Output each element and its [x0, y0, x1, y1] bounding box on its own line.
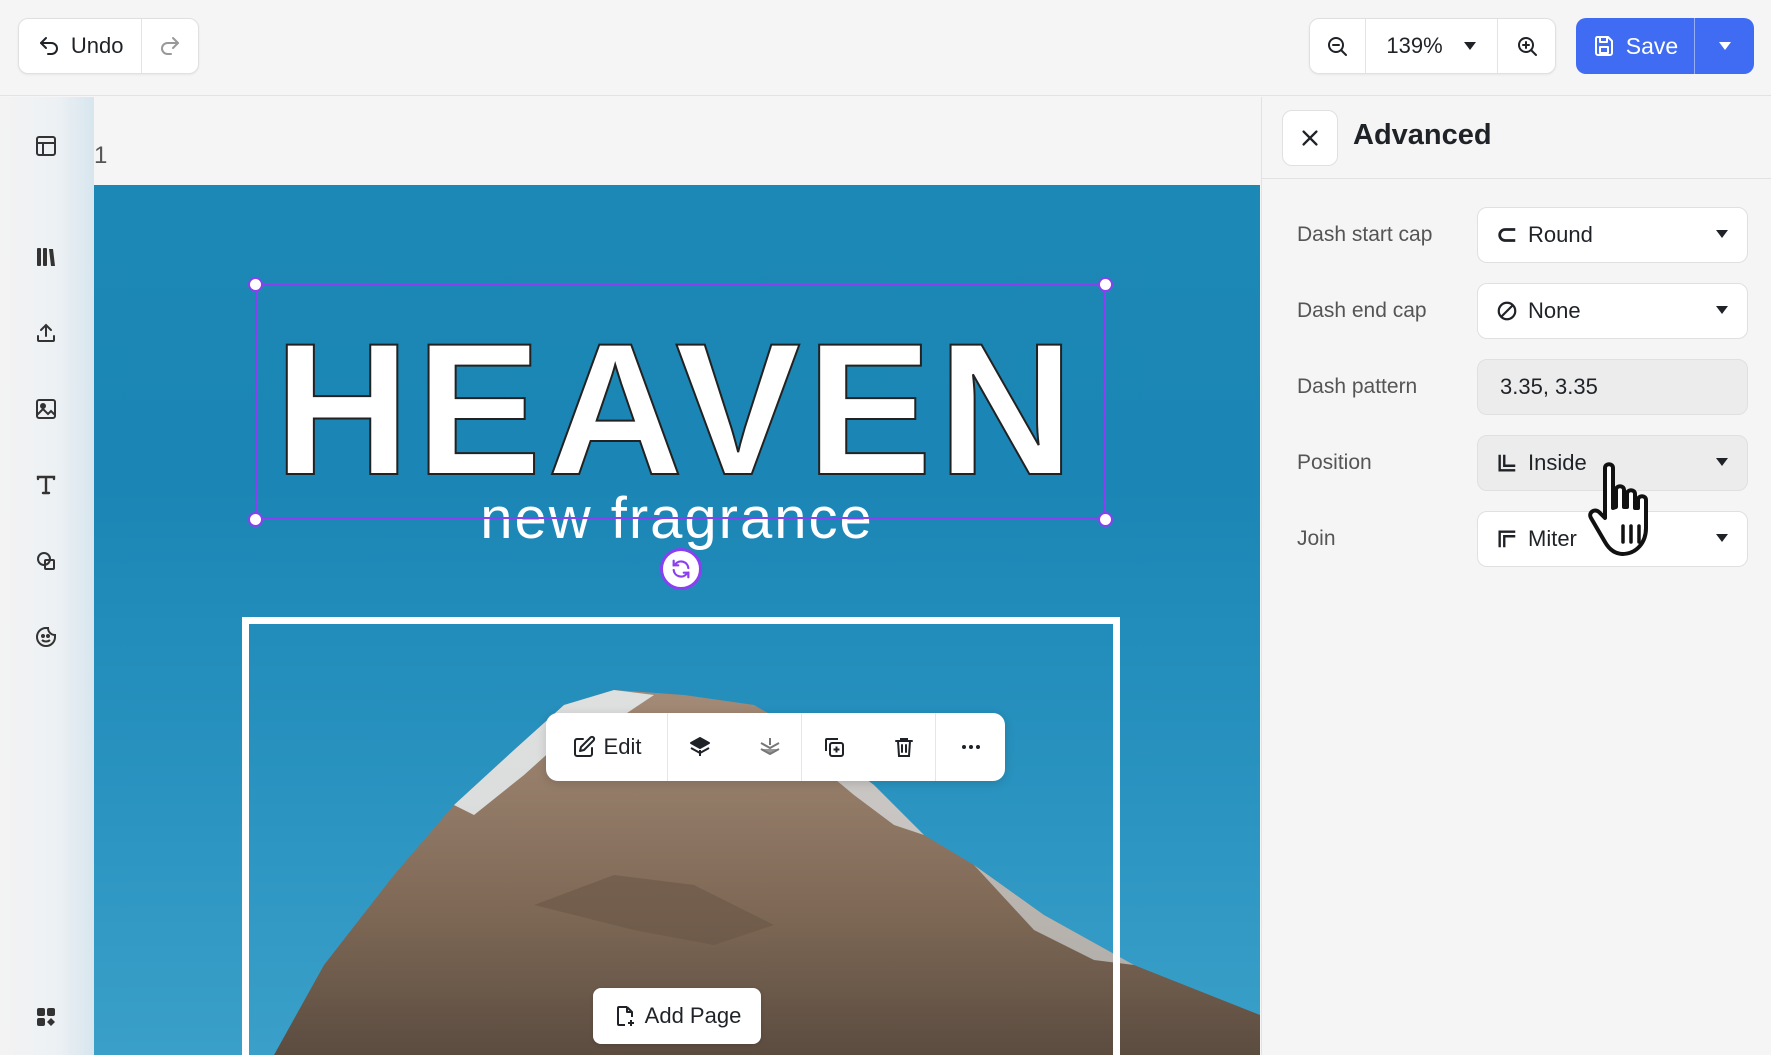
- layer-controls: [668, 713, 802, 781]
- top-toolbar: Undo 139% Save: [0, 0, 1771, 96]
- redo-icon: [161, 37, 180, 55]
- caret-down-icon: [1716, 534, 1728, 542]
- join-label: Join: [1297, 527, 1336, 550]
- canvas-area[interactable]: 1 HEAVEN new fragrance Edit Add Page: [94, 97, 1260, 1055]
- shapes-icon: [37, 552, 55, 570]
- dash-pattern-value: 3.35, 3.35: [1500, 374, 1598, 399]
- undo-button[interactable]: Undo: [19, 19, 143, 73]
- position-row: Position Inside: [1297, 435, 1757, 493]
- redo-button[interactable]: [142, 19, 198, 73]
- resize-handle-bottom-right[interactable]: [1098, 512, 1113, 527]
- send-backward-button[interactable]: [739, 713, 801, 781]
- edit-button[interactable]: Edit: [546, 713, 668, 781]
- upload-button[interactable]: [30, 317, 62, 349]
- save-group: Save: [1576, 18, 1754, 74]
- templates-button[interactable]: [30, 130, 62, 162]
- history-group: Undo: [18, 18, 199, 74]
- inside-position-icon: [1498, 454, 1516, 472]
- floppy-disk-icon: [1594, 36, 1613, 56]
- zoom-out-button[interactable]: [1310, 19, 1366, 73]
- library-button[interactable]: [30, 241, 62, 273]
- dash-end-cap-value: None: [1528, 298, 1581, 323]
- text-icon: [36, 475, 56, 495]
- position-value: Inside: [1528, 450, 1587, 475]
- more-options-button[interactable]: [936, 713, 1005, 781]
- resize-handle-bottom-left[interactable]: [248, 512, 263, 527]
- edit-label: Edit: [603, 734, 642, 759]
- add-page-label: Add Page: [644, 1003, 742, 1028]
- caret-down-icon: [1716, 230, 1728, 238]
- image-icon: [36, 399, 56, 419]
- panel-header: Advanced: [1262, 97, 1771, 179]
- join-value: Miter: [1528, 526, 1577, 551]
- zoom-level-value: 139%: [1386, 33, 1443, 58]
- rotate-handle[interactable]: [660, 548, 702, 590]
- add-page-button[interactable]: Add Page: [593, 988, 761, 1044]
- edit-icon: [573, 735, 595, 757]
- join-row: Join Miter: [1297, 511, 1757, 569]
- panel-title: Advanced: [1353, 119, 1492, 151]
- apps-button[interactable]: [30, 1001, 62, 1033]
- close-icon: [1302, 130, 1318, 146]
- delete-button[interactable]: [873, 713, 935, 781]
- resize-handle-top-left[interactable]: [248, 277, 263, 292]
- left-sidebar: [0, 97, 94, 1055]
- zoom-group: 139%: [1309, 18, 1556, 74]
- bring-forward-button[interactable]: [669, 713, 731, 781]
- design-page[interactable]: HEAVEN new fragrance: [94, 185, 1260, 1055]
- images-button[interactable]: [30, 393, 62, 425]
- advanced-panel: Advanced Dash start cap Round Dash end c…: [1261, 97, 1771, 1055]
- dash-pattern-input[interactable]: 3.35, 3.35: [1477, 359, 1748, 415]
- round-cap-icon: [1498, 228, 1516, 242]
- caret-down-icon: [1463, 42, 1476, 50]
- dash-start-cap-row: Dash start cap Round: [1297, 207, 1757, 265]
- more-icon: [961, 745, 980, 749]
- save-options-button[interactable]: [1695, 18, 1754, 74]
- text-button[interactable]: [30, 469, 62, 501]
- add-page-icon: [616, 1006, 634, 1026]
- caret-down-icon: [1716, 306, 1728, 314]
- dash-pattern-label: Dash pattern: [1297, 375, 1418, 398]
- selection-box: [255, 284, 1105, 519]
- dash-start-cap-value: Round: [1528, 222, 1593, 247]
- library-icon: [37, 248, 55, 266]
- undo-label: Undo: [70, 33, 124, 58]
- page-number: 1: [94, 142, 108, 169]
- send-backward-icon: [760, 738, 779, 755]
- zoom-in-button[interactable]: [1498, 19, 1555, 73]
- none-icon: [1497, 301, 1517, 321]
- rotate-icon: [672, 559, 690, 579]
- duplicate-icon: [824, 738, 844, 757]
- zoom-in-icon: [1517, 37, 1537, 56]
- shapes-button[interactable]: [30, 545, 62, 577]
- sticker-icon: [36, 627, 56, 647]
- save-button[interactable]: Save: [1576, 18, 1695, 74]
- caret-down-icon: [1716, 458, 1728, 466]
- miter-join-icon: [1498, 530, 1516, 548]
- close-panel-button[interactable]: [1282, 110, 1338, 166]
- dash-end-cap-select[interactable]: None: [1477, 283, 1748, 339]
- bring-forward-icon: [689, 737, 710, 756]
- trash-icon: [894, 738, 913, 757]
- zoom-level-select[interactable]: 139%: [1366, 19, 1499, 73]
- dash-end-cap-label: Dash end cap: [1297, 299, 1427, 322]
- dash-start-cap-label: Dash start cap: [1297, 223, 1433, 246]
- object-actions: [802, 713, 936, 781]
- layout-icon: [36, 136, 56, 156]
- zoom-out-icon: [1328, 37, 1348, 56]
- dash-end-cap-row: Dash end cap None: [1297, 283, 1757, 341]
- stickers-button[interactable]: [30, 621, 62, 653]
- duplicate-button[interactable]: [803, 713, 865, 781]
- dash-pattern-row: Dash pattern 3.35, 3.35: [1297, 359, 1757, 417]
- dash-start-cap-select[interactable]: Round: [1477, 207, 1748, 263]
- undo-icon: [39, 37, 58, 55]
- position-label: Position: [1297, 451, 1372, 474]
- resize-handle-top-right[interactable]: [1098, 277, 1113, 292]
- save-label: Save: [1625, 32, 1679, 59]
- upload-icon: [37, 323, 55, 342]
- apps-icon: [37, 1008, 55, 1026]
- hand-pointer-cursor-icon: [1588, 462, 1648, 556]
- element-toolbar: Edit: [546, 713, 1005, 781]
- caret-down-icon: [1718, 42, 1731, 50]
